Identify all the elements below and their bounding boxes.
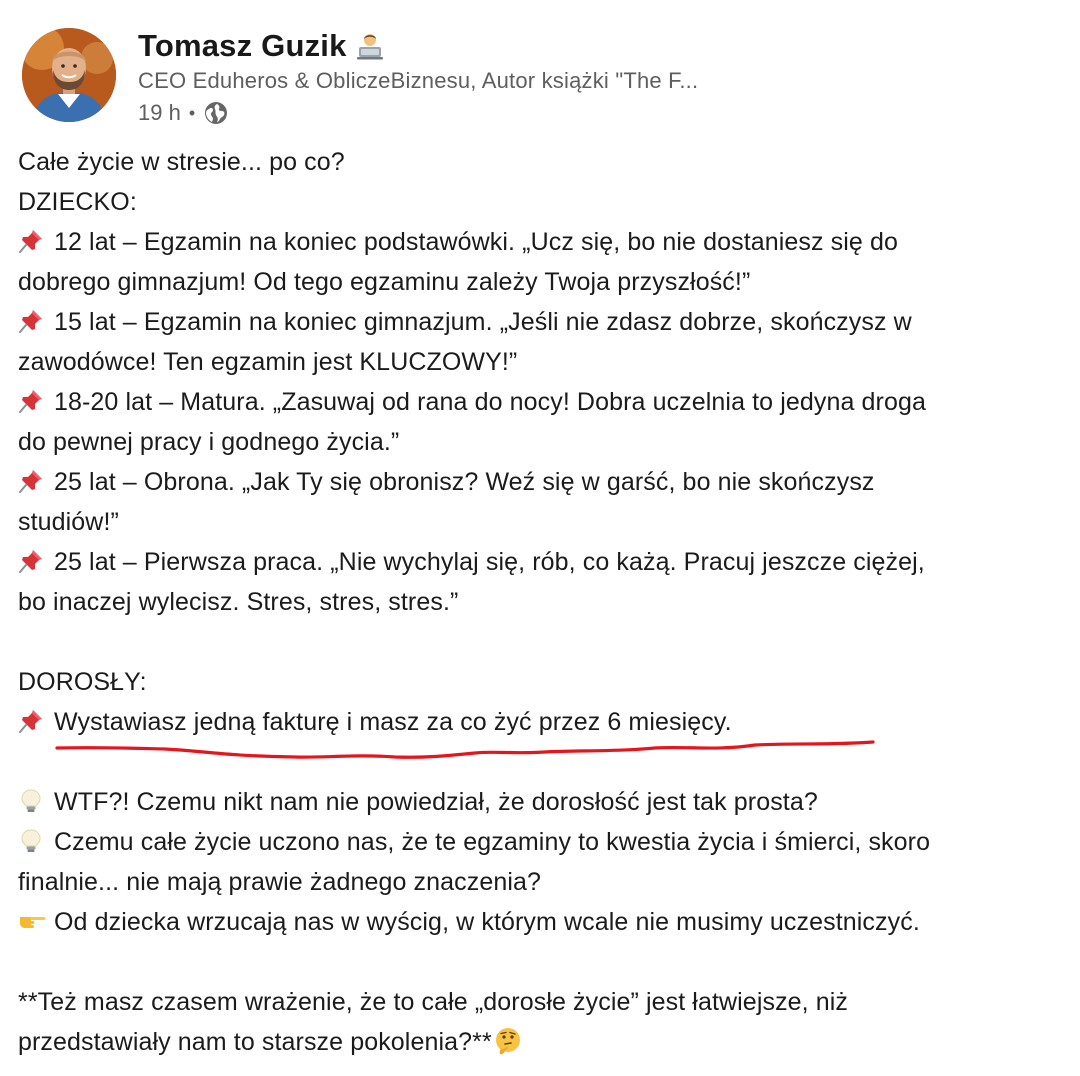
- post-text-line: studiów!”: [18, 502, 1068, 542]
- post-text: WTF?! Czemu nikt nam nie powiedział, że …: [54, 788, 818, 816]
- post-text-line: DZIECKO:: [18, 182, 1068, 222]
- author-name-row: Tomasz Guzik: [138, 28, 1038, 64]
- post-text: DOROSŁY:: [18, 668, 147, 696]
- post-text: Wystawiasz jedną fakturę i masz za co ży…: [54, 708, 732, 736]
- post-text: do pewnej pracy i godnego życia.”: [18, 428, 400, 456]
- post-header: Tomasz Guzik CEO Eduheros & ObliczeBizne…: [22, 28, 1062, 128]
- post-text: finalnie... nie mają prawie żadnego znac…: [18, 868, 541, 896]
- post-text: zawodówce! Ten egzamin jest KLUCZOWY!”: [18, 348, 518, 376]
- pushpin-icon: [18, 546, 44, 573]
- post-time[interactable]: 19 h: [138, 100, 181, 126]
- pushpin-icon: [18, 226, 44, 253]
- author-headline[interactable]: CEO Eduheros & ObliczeBiznesu, Autor ksi…: [138, 68, 1038, 94]
- post-text: 25 lat – Pierwsza praca. „Nie wychylaj s…: [54, 548, 925, 576]
- pushpin-icon: [18, 466, 44, 493]
- post-text: DZIECKO:: [18, 188, 137, 216]
- post-text-line: przedstawiały nam to starsze pokolenia?*…: [18, 1022, 1068, 1062]
- post-text-line: DOROSŁY:: [18, 662, 1068, 702]
- post-text-line: finalnie... nie mają prawie żadnego znac…: [18, 862, 1068, 902]
- technologist-icon: [355, 31, 385, 61]
- post-text: Od dziecka wrzucają nas w wyścig, w któr…: [54, 908, 920, 936]
- pushpin-icon: [18, 386, 44, 413]
- post-text: **Też masz czasem wrażenie, że to całe „…: [18, 988, 849, 1016]
- light-bulb-icon: [18, 826, 44, 852]
- post-text-line: WTF?! Czemu nikt nam nie powiedział, że …: [18, 782, 1068, 822]
- pushpin-icon: [18, 306, 44, 333]
- light-bulb-icon: [18, 786, 44, 812]
- post-text: studiów!”: [18, 508, 119, 536]
- post-text: 25 lat – Obrona. „Jak Ty się obronisz? W…: [54, 468, 875, 496]
- post-text: Czemu całe życie uczono nas, że te egzam…: [54, 828, 931, 856]
- post-text-line: Od dziecka wrzucają nas w wyścig, w któr…: [18, 902, 1068, 942]
- pointing-hand-icon: [18, 906, 46, 932]
- post-text-line: 12 lat – Egzamin na koniec podstawówki. …: [18, 222, 1068, 262]
- post-text-line: 18-20 lat – Matura. „Zasuwaj od rana do …: [18, 382, 1068, 422]
- post-text-line: 25 lat – Pierwsza praca. „Nie wychylaj s…: [18, 542, 1068, 582]
- post-text: 15 lat – Egzamin na koniec gimnazjum. „J…: [54, 308, 912, 336]
- post-text: 12 lat – Egzamin na koniec podstawówki. …: [54, 228, 898, 256]
- post-text: bo inaczej wylecisz. Stres, stres, stres…: [18, 588, 459, 616]
- globe-icon: [203, 100, 229, 126]
- post-text-line: do pewnej pracy i godnego życia.”: [18, 422, 1068, 462]
- post-text-line: bo inaczej wylecisz. Stres, stres, stres…: [18, 582, 1068, 622]
- meta-separator: •: [188, 102, 196, 123]
- linkedin-post: Tomasz Guzik CEO Eduheros & ObliczeBizne…: [0, 0, 1080, 1076]
- post-text: 18-20 lat – Matura. „Zasuwaj od rana do …: [54, 388, 926, 416]
- post-text-line: zawodówce! Ten egzamin jest KLUCZOWY!”: [18, 342, 1068, 382]
- post-meta: 19 h •: [138, 100, 1038, 126]
- red-hand-drawn-underline: [55, 740, 875, 759]
- post-text-line: 15 lat – Egzamin na koniec gimnazjum. „J…: [18, 302, 1068, 342]
- post-text: przedstawiały nam to starsze pokolenia?*…: [18, 1028, 492, 1056]
- post-text: dobrego gimnazjum! Od tego egzaminu zale…: [18, 268, 751, 296]
- author-info: Tomasz Guzik CEO Eduheros & ObliczeBizne…: [138, 28, 1038, 126]
- post-text: Całe życie w stresie... po co?: [18, 148, 345, 176]
- post-text-line: Czemu całe życie uczono nas, że te egzam…: [18, 822, 1068, 862]
- pushpin-icon: [18, 706, 44, 733]
- post-body: Całe życie w stresie... po co? DZIECKO: 12…: [18, 142, 1068, 1062]
- post-text-line: **Też masz czasem wrażenie, że to całe „…: [18, 982, 1068, 1022]
- author-avatar[interactable]: [22, 28, 116, 122]
- post-text-line: 25 lat – Obrona. „Jak Ty się obronisz? W…: [18, 462, 1068, 502]
- author-name[interactable]: Tomasz Guzik: [138, 28, 347, 64]
- post-text-line: Całe życie w stresie... po co?: [18, 142, 1068, 182]
- thinking-face-icon: [494, 1027, 522, 1055]
- post-text-line: dobrego gimnazjum! Od tego egzaminu zale…: [18, 262, 1068, 302]
